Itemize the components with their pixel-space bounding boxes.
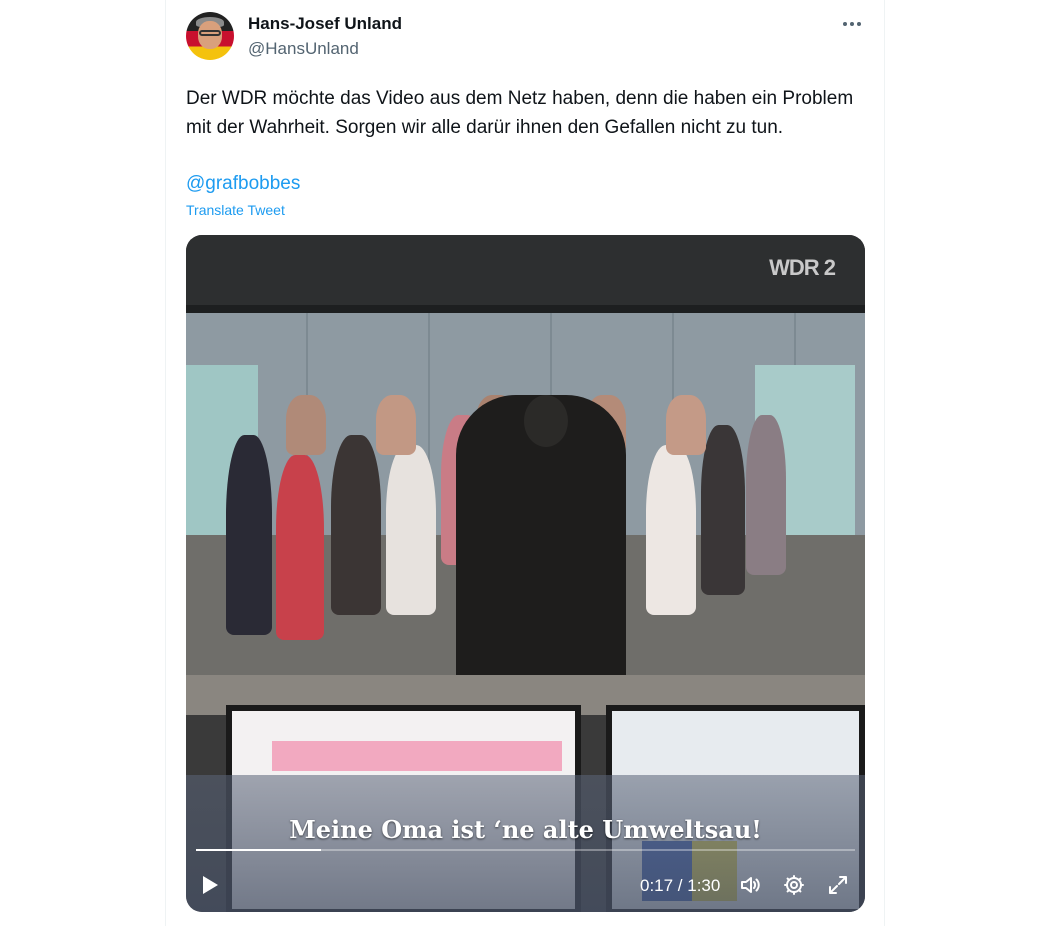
video-time-display: 0:17 / 1:30 (640, 876, 721, 895)
volume-icon[interactable] (738, 873, 762, 897)
choir-child (746, 415, 786, 575)
video-controls: 0:17 / 1:30 (186, 865, 865, 905)
video-progress-bar[interactable] (196, 849, 855, 851)
mention-link[interactable]: @grafbobbes (186, 169, 300, 198)
choir-child (331, 435, 381, 615)
author-handle[interactable]: @HansUnland (248, 39, 359, 59)
author-display-name[interactable]: Hans-Josef Unland (248, 14, 402, 34)
avatar[interactable] (186, 12, 234, 60)
choir-child (386, 445, 436, 615)
choir-child (666, 395, 706, 455)
more-horizontal-icon-dot (850, 22, 854, 26)
gear-icon[interactable] (782, 873, 806, 897)
tweet-text: Der WDR möchte das Video aus dem Netz ha… (186, 88, 854, 138)
translate-tweet-link[interactable]: Translate Tweet (186, 202, 285, 218)
choir-child (286, 395, 326, 455)
video-frame-ceiling (186, 235, 865, 305)
choir-child (226, 435, 272, 635)
choir-child (276, 455, 324, 640)
tweet-card: Hans-Josef Unland @HansUnland Der WDR mö… (165, 0, 885, 926)
choir-child (376, 395, 416, 455)
choir-child (701, 425, 745, 595)
more-options-button[interactable] (840, 14, 864, 34)
avatar-glasses (199, 30, 221, 36)
video-player[interactable]: WDR 2 Meine Oma ist ‘ne alte Umweltsau! … (186, 235, 865, 912)
wdr-watermark: WDR 2 (769, 255, 836, 280)
video-frame-conductor-head (524, 395, 568, 447)
more-horizontal-icon-dot (857, 22, 861, 26)
fullscreen-icon[interactable] (826, 873, 850, 897)
video-subtitle: Meine Oma ist ‘ne alte Umweltsau! (289, 815, 762, 844)
monitor-highlight (272, 741, 562, 771)
choir-child (646, 445, 696, 615)
play-icon[interactable] (203, 876, 218, 894)
more-horizontal-icon (843, 22, 847, 26)
video-frame-band (186, 305, 865, 313)
video-progress-fill (196, 849, 321, 851)
